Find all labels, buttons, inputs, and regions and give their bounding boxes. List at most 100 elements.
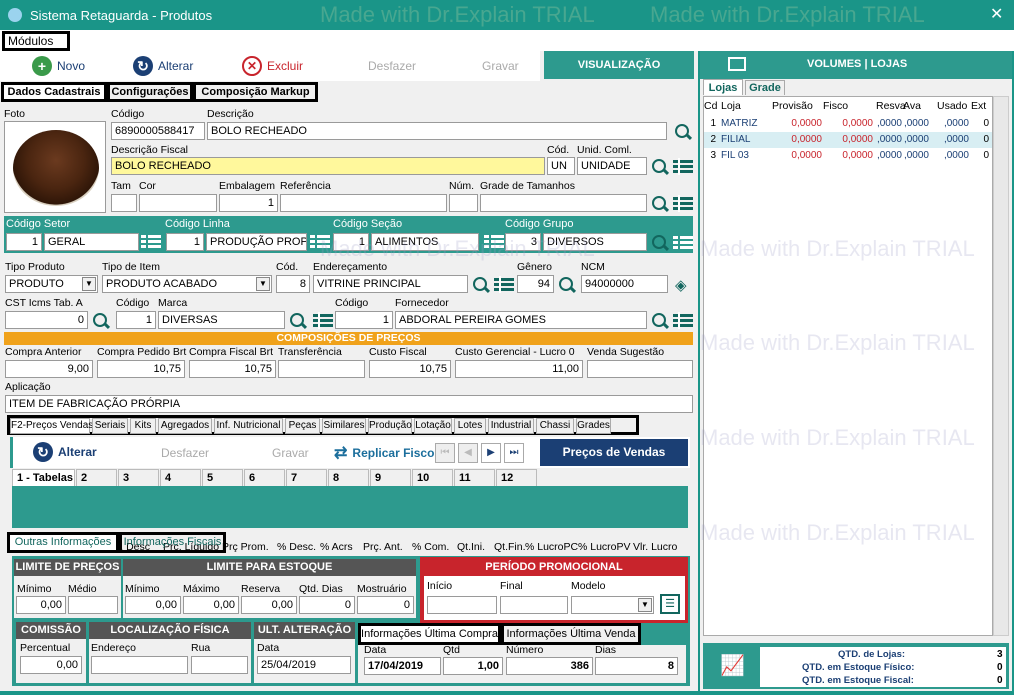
product-photo[interactable] bbox=[4, 121, 106, 213]
tab-ultima-compra[interactable]: Informações Última Compra bbox=[358, 623, 501, 645]
subtab-1[interactable]: Seriais bbox=[92, 418, 128, 434]
compra-ped-field[interactable]: 10,75 bbox=[97, 360, 185, 378]
linha-cod-field[interactable]: 1 bbox=[166, 233, 204, 251]
volumes-lojas-header[interactable]: VOLUMES | LOJAS bbox=[700, 51, 1012, 79]
genero-field[interactable]: 94 bbox=[517, 275, 554, 293]
nav-last-button[interactable]: ⏭ bbox=[504, 443, 524, 463]
tab-composicao-markup[interactable]: Composição Markup bbox=[193, 82, 318, 102]
forn-field[interactable]: ABDORAL PEREIRA GOMES bbox=[395, 311, 647, 329]
descricao-field[interactable]: BOLO RECHEADO bbox=[207, 122, 667, 140]
nav-prev-button[interactable]: ◀ bbox=[458, 443, 478, 463]
compra-fisc-field[interactable]: 10,75 bbox=[189, 360, 276, 378]
sub-alterar-button[interactable]: ↻ Alterar bbox=[33, 442, 97, 462]
embalagem-field[interactable]: 1 bbox=[219, 194, 278, 212]
list-icon[interactable] bbox=[484, 233, 504, 251]
sub-desfazer-button[interactable]: Desfazer bbox=[161, 446, 209, 460]
max-estoque-field[interactable]: 0,00 bbox=[183, 596, 239, 614]
percentual-field[interactable]: 0,00 bbox=[20, 656, 82, 674]
search-icon[interactable] bbox=[651, 312, 669, 330]
modelo-select[interactable]: ▼ bbox=[571, 596, 654, 614]
subtab-11[interactable]: Chassi bbox=[536, 418, 574, 434]
subtab-5[interactable]: Peças bbox=[285, 418, 320, 434]
list-icon[interactable] bbox=[673, 312, 693, 330]
minimo-field[interactable]: 0,00 bbox=[16, 596, 66, 614]
tab-informacoes-fiscais[interactable]: Informações Fiscais bbox=[119, 532, 226, 553]
subtab-7[interactable]: Produção bbox=[368, 418, 412, 434]
gravar-button[interactable]: Gravar bbox=[482, 59, 519, 73]
visualizacao-button[interactable]: VISUALIZAÇÃO bbox=[544, 51, 694, 79]
close-icon[interactable]: ✕ bbox=[990, 4, 1003, 24]
list-icon[interactable] bbox=[673, 234, 693, 252]
tab-configuracoes[interactable]: Configurações bbox=[107, 82, 193, 102]
tab-ultima-venda[interactable]: Informações Última Venda bbox=[501, 623, 641, 645]
min-estoque-field[interactable]: 0,00 bbox=[125, 596, 181, 614]
list-icon[interactable] bbox=[494, 276, 514, 294]
numero-compra-field[interactable]: 386 bbox=[506, 657, 593, 675]
referencia-field[interactable] bbox=[280, 194, 447, 212]
marca-cod-field[interactable]: 1 bbox=[116, 311, 156, 329]
search-icon[interactable] bbox=[651, 195, 669, 213]
list-icon[interactable] bbox=[310, 233, 330, 251]
search-icon[interactable] bbox=[472, 276, 490, 294]
tabela-tab-11[interactable]: 12 bbox=[496, 469, 537, 486]
search-icon[interactable] bbox=[674, 123, 692, 141]
tab-outras-informacoes[interactable]: Outras Informações bbox=[7, 532, 119, 553]
list-icon[interactable] bbox=[313, 312, 333, 330]
inicio-field[interactable] bbox=[427, 596, 497, 614]
subtab-10[interactable]: Industrial bbox=[488, 418, 534, 434]
qtd-dias-field[interactable]: 0 bbox=[299, 596, 355, 614]
subtab-0[interactable]: F2-Preços Vendas bbox=[10, 418, 93, 434]
grade-field[interactable] bbox=[480, 194, 647, 212]
data-compra-field[interactable]: 17/04/2019 bbox=[364, 657, 441, 675]
tab-lojas[interactable]: Lojas bbox=[703, 79, 743, 95]
promo-list-icon[interactable]: ☰ bbox=[660, 594, 680, 614]
qtd-compra-field[interactable]: 1,00 bbox=[443, 657, 503, 675]
tabela-tab-2[interactable]: 3 bbox=[118, 469, 159, 486]
tipo-produto-select[interactable]: PRODUTO ▼ bbox=[5, 275, 98, 293]
setor-field[interactable]: GERAL bbox=[44, 233, 139, 251]
grupo-cod-field[interactable]: 3 bbox=[505, 233, 541, 251]
tabela-tab-4[interactable]: 5 bbox=[202, 469, 243, 486]
chevron-down-icon[interactable]: ▼ bbox=[82, 277, 96, 291]
custo-ger-field[interactable]: 11,00 bbox=[455, 360, 583, 378]
marca-field[interactable]: DIVERSAS bbox=[158, 311, 285, 329]
medio-field[interactable] bbox=[68, 596, 118, 614]
tabela-tab-7[interactable]: 8 bbox=[328, 469, 369, 486]
nav-first-button[interactable]: ⏮ bbox=[435, 443, 455, 463]
tabela-tab-9[interactable]: 10 bbox=[412, 469, 453, 486]
search-icon[interactable] bbox=[289, 312, 307, 330]
novo-button[interactable]: + Novo bbox=[32, 56, 85, 76]
replicar-fisco-button[interactable]: ⇄ Replicar Fisco bbox=[334, 443, 434, 463]
list-icon[interactable] bbox=[673, 195, 693, 213]
tabela-tab-6[interactable]: 7 bbox=[286, 469, 327, 486]
setor-cod-field[interactable]: 1 bbox=[6, 233, 42, 251]
codigo-field[interactable]: 6890000588417 bbox=[111, 122, 205, 140]
data-alt-field[interactable]: 25/04/2019 bbox=[257, 656, 351, 674]
ncm-info-icon[interactable]: ◈ bbox=[675, 276, 687, 294]
transf-field[interactable] bbox=[278, 360, 365, 378]
cor-field[interactable] bbox=[139, 194, 217, 212]
subtab-9[interactable]: Lotes bbox=[454, 418, 486, 434]
tab-dados-cadastrais[interactable]: Dados Cadastrais bbox=[1, 82, 107, 102]
venda-sug-field[interactable] bbox=[587, 360, 693, 378]
tab-grade[interactable]: Grade bbox=[745, 80, 785, 95]
endereco-field[interactable]: VITRINE PRINCIPAL bbox=[313, 275, 468, 293]
endereco-fisico-field[interactable] bbox=[91, 656, 188, 674]
subtab-12[interactable]: Grades bbox=[576, 418, 611, 434]
unid-cod-field[interactable]: UN bbox=[547, 157, 575, 175]
grupo-field[interactable]: DIVERSOS bbox=[543, 233, 647, 251]
subtab-3[interactable]: Agregados bbox=[158, 418, 212, 434]
subtab-8[interactable]: Lotação bbox=[414, 418, 452, 434]
subtab-4[interactable]: Inf. Nutricional bbox=[214, 418, 283, 434]
tam-field[interactable] bbox=[111, 194, 137, 212]
chevron-down-icon[interactable]: ▼ bbox=[638, 598, 652, 612]
search-icon[interactable] bbox=[92, 312, 110, 330]
aplicacao-field[interactable]: ITEM DE FABRICAÇÃO PRÓRPIA bbox=[5, 395, 693, 413]
tabela-tab-0[interactable]: 1 - Tabelas bbox=[12, 469, 75, 486]
desfazer-button[interactable]: Desfazer bbox=[368, 59, 416, 73]
lojas-scrollbar[interactable] bbox=[993, 96, 1009, 636]
search-icon[interactable] bbox=[558, 276, 576, 294]
nav-next-button[interactable]: ▶ bbox=[481, 443, 501, 463]
list-icon[interactable] bbox=[141, 233, 161, 251]
tabela-tab-10[interactable]: 11 bbox=[454, 469, 495, 486]
